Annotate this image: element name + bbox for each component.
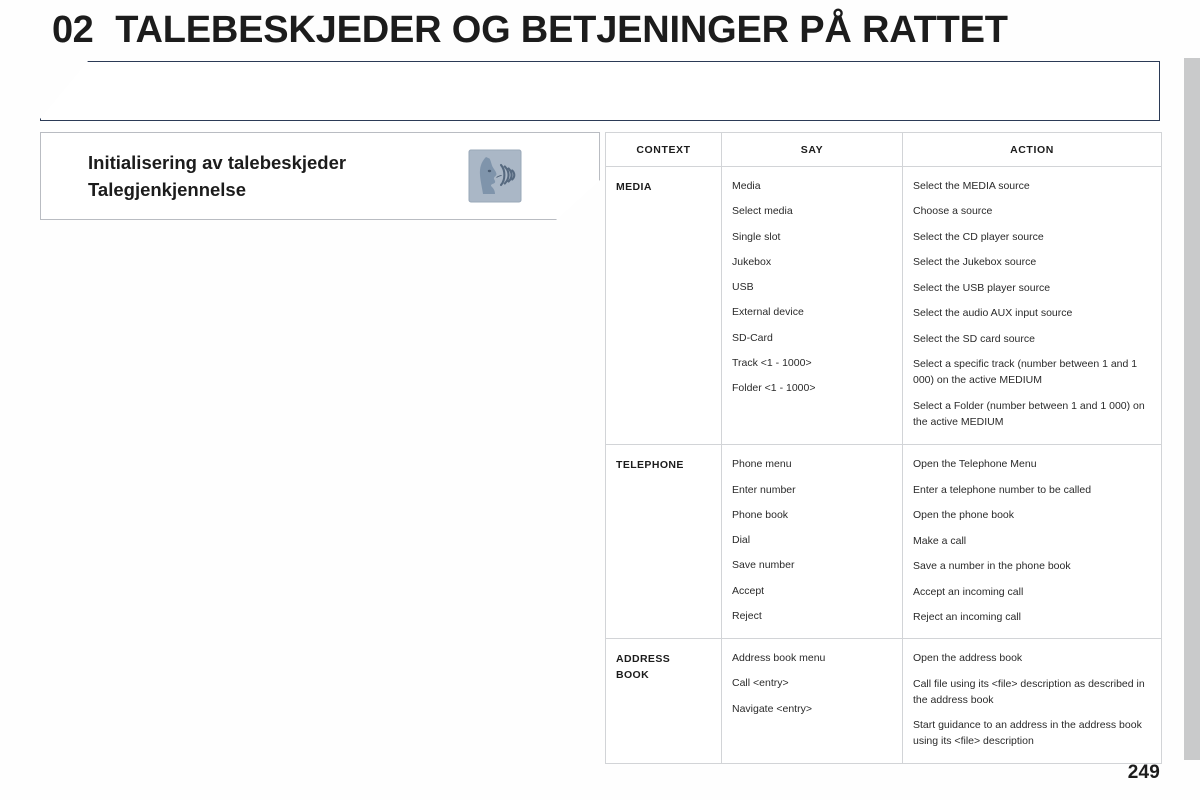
action-item: Select a Folder (number between 1 and 1 … bbox=[913, 399, 1145, 428]
action-item: Make a call bbox=[913, 534, 967, 547]
voice-commands-table: CONTEXT SAY ACTION MEDIA Media Select me… bbox=[605, 132, 1162, 765]
action-item: Select the audio AUX input source bbox=[913, 307, 1073, 320]
action-item: Select the CD player source bbox=[913, 230, 1044, 243]
cell-say-address-book: Address book menu Call <entry> Navigate … bbox=[721, 638, 903, 765]
say-item: Media bbox=[732, 180, 761, 192]
table-row: ADDRESS BOOK Address book menu Call <ent… bbox=[605, 638, 1162, 765]
action-item: Call file using its <file> description a… bbox=[913, 677, 1145, 706]
table-row: TELEPHONE Phone menu Enter number Phone … bbox=[605, 444, 1162, 640]
say-item: Dial bbox=[732, 534, 751, 547]
chapter-banner-content: 02 TALEBESKJEDER OG BETJENINGER PÅ RATTE… bbox=[0, 0, 1120, 60]
say-item: Folder <1 - 1000> bbox=[732, 382, 816, 394]
chapter-number: 02 bbox=[52, 9, 94, 51]
subtitle-text-block: Initialisering av talebeskjeder Talegjen… bbox=[88, 149, 468, 204]
action-item: Select the MEDIA source bbox=[913, 180, 1030, 192]
say-item: Jukebox bbox=[732, 255, 772, 268]
chapter-banner bbox=[40, 61, 1160, 121]
context-label: TELEPHONE bbox=[616, 459, 684, 472]
page-number: 249 bbox=[1127, 762, 1160, 783]
table-row: MEDIA Media Select media Single slot Juk… bbox=[605, 165, 1162, 446]
column-header-action: ACTION bbox=[902, 132, 1162, 167]
context-label: MEDIA bbox=[616, 181, 652, 193]
cell-action-address-book: Open the address book Call file using it… bbox=[902, 638, 1162, 765]
page-edge-band bbox=[1184, 58, 1200, 760]
action-item: Open the address book bbox=[913, 652, 1023, 665]
action-item: Select the SD card source bbox=[913, 332, 1035, 345]
say-item: Reject bbox=[732, 609, 762, 622]
subtitle-line-1: Initialisering av talebeskjeder bbox=[88, 151, 347, 173]
action-item: Choose a source bbox=[913, 205, 993, 218]
chapter-title: TALEBESKJEDER OG BETJENINGER PÅ RATTET bbox=[115, 9, 1008, 51]
say-item: Single slot bbox=[732, 230, 781, 243]
say-item: USB bbox=[732, 281, 754, 293]
action-item: Select the USB player source bbox=[913, 281, 1051, 294]
cell-context-telephone: TELEPHONE bbox=[605, 444, 722, 640]
say-item: External device bbox=[732, 306, 804, 319]
subtitle-panel-content: Initialisering av talebeskjeder Talegjen… bbox=[40, 132, 600, 220]
say-item: Address book menu bbox=[732, 652, 826, 665]
say-item: Phone menu bbox=[732, 458, 792, 471]
action-item: Reject an incoming call bbox=[913, 611, 1021, 624]
speech-recognition-icon bbox=[468, 149, 522, 203]
action-item: Select a specific track (number between … bbox=[913, 358, 1138, 387]
column-header-say: SAY bbox=[721, 132, 903, 167]
context-label: ADDRESS bbox=[616, 653, 671, 666]
action-item: Select the Jukebox source bbox=[913, 256, 1037, 269]
page-root: 02 TALEBESKJEDER OG BETJENINGER PÅ RATTE… bbox=[0, 0, 1200, 800]
say-item: SD-Card bbox=[732, 331, 773, 344]
say-item: Track <1 - 1000> bbox=[732, 356, 812, 369]
cell-say-telephone: Phone menu Enter number Phone book Dial … bbox=[721, 444, 903, 640]
action-item: Open the Telephone Menu bbox=[913, 458, 1037, 471]
say-item: Call <entry> bbox=[732, 677, 789, 690]
action-item: Accept an incoming call bbox=[913, 585, 1024, 598]
say-item: Accept bbox=[732, 584, 765, 597]
cell-action-media: Select the MEDIA source Choose a source … bbox=[902, 165, 1162, 446]
context-label-second-line: BOOK bbox=[616, 669, 650, 682]
say-item: Navigate <entry> bbox=[732, 702, 812, 715]
cell-action-telephone: Open the Telephone Menu Enter a telephon… bbox=[902, 444, 1162, 640]
action-item: Save a number in the phone book bbox=[913, 560, 1071, 573]
say-item: Select media bbox=[732, 205, 793, 218]
cell-say-media: Media Select media Single slot Jukebox U… bbox=[721, 165, 903, 446]
table-body: MEDIA Media Select media Single slot Juk… bbox=[605, 165, 1162, 765]
subtitle-line-2: Talegjenkjennelse bbox=[88, 179, 246, 200]
say-item: Save number bbox=[732, 559, 795, 572]
action-item: Open the phone book bbox=[913, 509, 1015, 522]
cell-context-address-book: ADDRESS BOOK bbox=[605, 638, 722, 765]
action-item: Enter a telephone number to be called bbox=[913, 483, 1092, 496]
column-header-context: CONTEXT bbox=[605, 132, 722, 167]
table-header-row: CONTEXT SAY ACTION bbox=[605, 132, 1162, 167]
action-item: Start guidance to an address in the addr… bbox=[913, 719, 1142, 747]
cell-context-media: MEDIA bbox=[605, 165, 722, 446]
table-header: CONTEXT SAY ACTION bbox=[605, 132, 1162, 167]
say-item: Enter number bbox=[732, 483, 796, 496]
say-item: Phone book bbox=[732, 508, 789, 521]
